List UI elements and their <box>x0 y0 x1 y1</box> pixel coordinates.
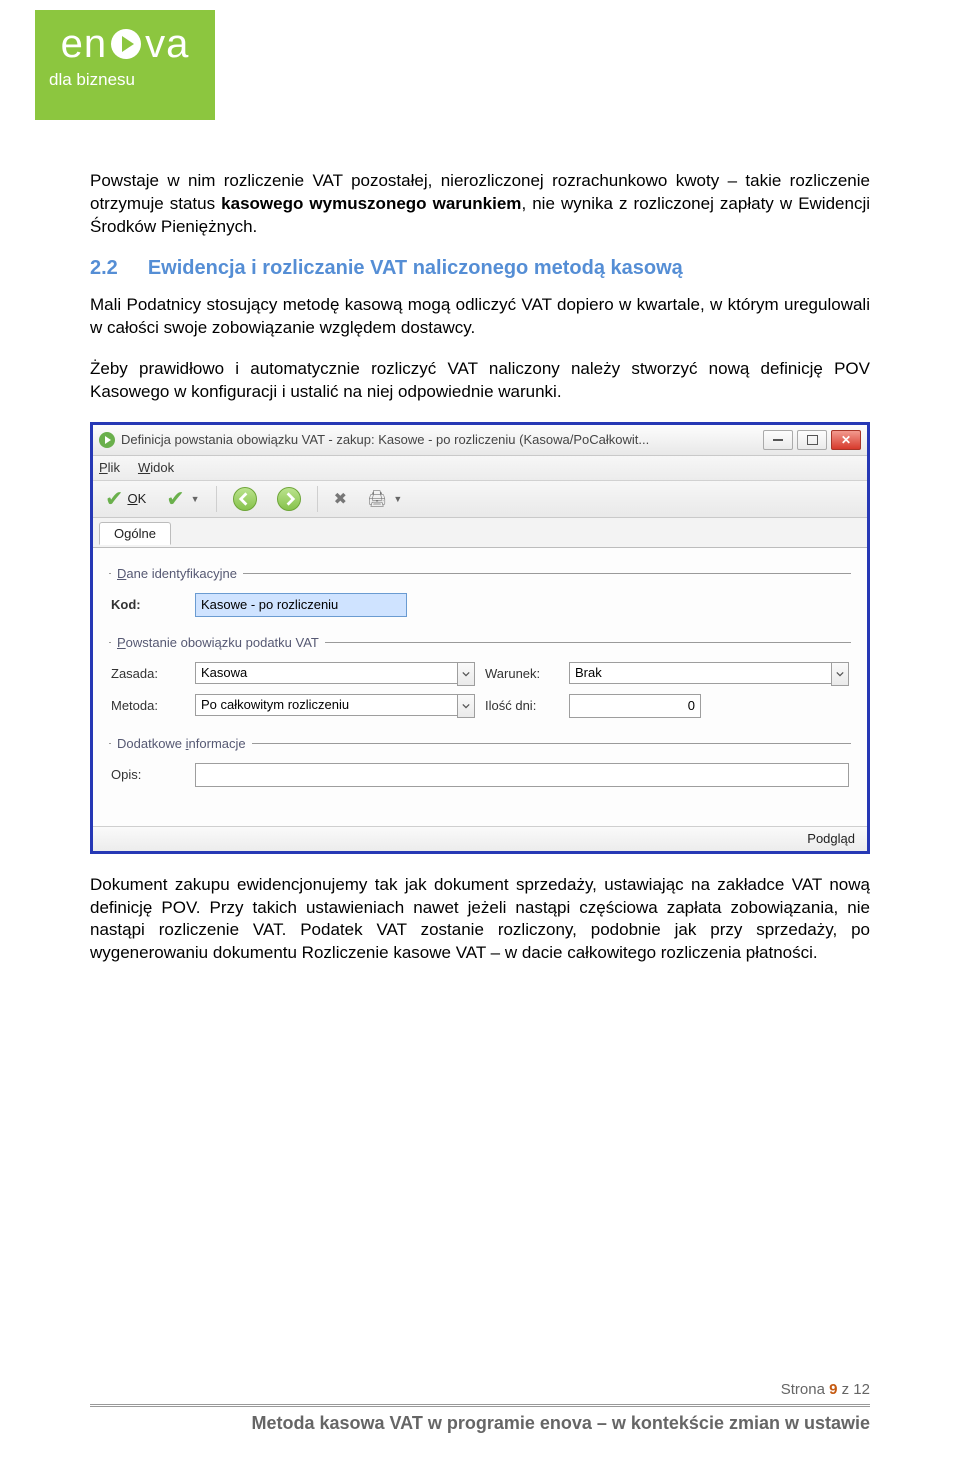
play-icon <box>111 29 141 59</box>
app-window: Definicja powstania obowiązku VAT - zaku… <box>90 422 870 854</box>
tab-general[interactable]: Ogólne <box>99 522 171 545</box>
heading-2-2: 2.2 Ewidencja i rozliczanie VAT naliczon… <box>90 257 870 280</box>
label-opis: Opis: <box>111 767 185 782</box>
combo-metoda[interactable] <box>195 694 475 718</box>
ok-button[interactable]: ✔ OKOK <box>99 486 152 512</box>
input-kod[interactable] <box>195 593 407 617</box>
print-button[interactable]: 🖨 ▼ <box>361 487 408 511</box>
tabs: Ogólne <box>93 518 867 548</box>
paragraph-4: Dokument zakupu ewidencjonujemy tak jak … <box>90 874 870 966</box>
status-bar: Podgląd <box>93 826 867 851</box>
paragraph-3: Żeby prawidłowo i automatycznie rozliczy… <box>90 358 870 404</box>
nav-forward-button[interactable] <box>271 485 307 513</box>
label-kod: Kod: <box>111 597 185 612</box>
combo-zasada-input[interactable] <box>195 662 457 684</box>
wrench-icon: ✖ <box>334 489 347 509</box>
group-identification: Dane identyfikacyjneDane identyfikacyjne… <box>109 566 851 627</box>
menu-view[interactable]: WWidokidok <box>138 460 174 475</box>
chevron-down-icon[interactable] <box>457 694 475 718</box>
combo-warunek[interactable] <box>569 662 849 686</box>
brand-logo: en va dla biznesu <box>35 10 215 120</box>
window-minimize-button[interactable] <box>763 430 793 450</box>
combo-zasada[interactable] <box>195 662 475 686</box>
nav-back-button[interactable] <box>227 485 263 513</box>
tools-button[interactable]: ✖ <box>328 487 353 511</box>
toolbar: ✔ OKOK ✔ ▼ ✖ 🖨 <box>93 481 867 518</box>
check-icon: ✔ <box>105 488 123 510</box>
input-opis[interactable] <box>195 763 849 787</box>
label-metoda: Metoda: <box>111 698 185 713</box>
window-close-button[interactable]: ✕ <box>831 430 861 450</box>
menubar: PPliklik WWidokidok <box>93 456 867 481</box>
brand-suffix: va <box>145 24 189 64</box>
form-area: Dane identyfikacyjneDane identyfikacyjne… <box>93 548 867 826</box>
group-vat: Powstanie obowiązku podatku VATPowstanie… <box>109 635 851 728</box>
chevron-down-icon: ▼ <box>191 494 200 504</box>
arrow-right-icon <box>277 487 301 511</box>
brand-prefix: en <box>61 24 108 64</box>
heading-number: 2.2 <box>90 257 118 280</box>
printer-icon: 🖨 <box>367 489 387 509</box>
group-identification-label: Dane identyfikacyjneDane identyfikacyjne <box>111 566 243 581</box>
arrow-left-icon <box>233 487 257 511</box>
app-icon <box>99 432 115 448</box>
label-warunek: Warunek: <box>485 666 559 681</box>
ok-dropdown-button[interactable]: ✔ ▼ <box>160 486 205 512</box>
window-titlebar: Definicja powstania obowiązku VAT - zaku… <box>93 425 867 456</box>
page-number: Strona 9 z 12 <box>90 1381 870 1407</box>
label-iloscdni: Ilość dni: <box>485 698 559 713</box>
combo-warunek-input[interactable] <box>569 662 831 684</box>
chevron-down-icon: ▼ <box>393 494 402 504</box>
combo-metoda-input[interactable] <box>195 694 457 716</box>
paragraph-1: Powstaje w nim rozliczenie VAT pozostałe… <box>90 170 870 239</box>
document-title: Metoda kasowa VAT w programie enova – w … <box>90 1413 870 1434</box>
status-preview[interactable]: Podgląd <box>807 831 855 846</box>
label-zasada: Zasada: <box>111 666 185 681</box>
brand-tagline: dla biznesu <box>49 70 135 90</box>
window-maximize-button[interactable] <box>797 430 827 450</box>
menu-file[interactable]: PPliklik <box>99 460 120 475</box>
input-iloscdni[interactable] <box>569 694 701 718</box>
check-icon: ✔ <box>166 488 184 510</box>
group-extra-label: Dodatkowe informacjeDodatkowe informacje <box>111 736 252 751</box>
heading-title: Ewidencja i rozliczanie VAT naliczonego … <box>148 257 683 280</box>
chevron-down-icon[interactable] <box>831 662 849 686</box>
page-footer: Strona 9 z 12 Metoda kasowa VAT w progra… <box>90 1381 870 1434</box>
window-title: Definicja powstania obowiązku VAT - zaku… <box>121 432 763 447</box>
paragraph-2: Mali Podatnicy stosujący metodę kasową m… <box>90 294 870 340</box>
group-extra: Dodatkowe informacjeDodatkowe informacje… <box>109 736 851 797</box>
chevron-down-icon[interactable] <box>457 662 475 686</box>
group-vat-label: Powstanie obowiązku podatku VATPowstanie… <box>111 635 325 650</box>
